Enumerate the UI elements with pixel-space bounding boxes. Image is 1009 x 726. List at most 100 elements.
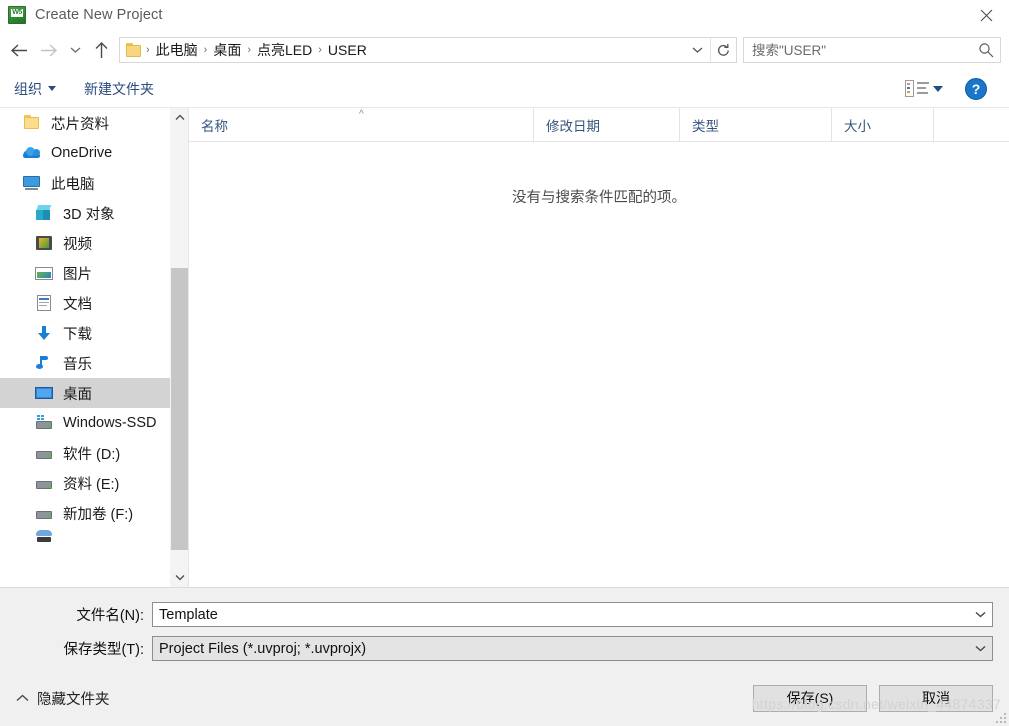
- breadcrumb-item-0[interactable]: 此电脑: [151, 38, 203, 62]
- search-icon[interactable]: [972, 42, 1000, 58]
- sidebar-item-3d-objects[interactable]: 3D 对象: [0, 198, 170, 228]
- file-list-body[interactable]: 没有与搜索条件匹配的项。: [189, 142, 1009, 587]
- sidebar-item-desktop[interactable]: 桌面: [0, 378, 170, 408]
- sidebar-item-label: 音乐: [63, 356, 92, 373]
- sidebar-item-label: 桌面: [63, 386, 92, 403]
- column-header-filler: [934, 108, 1009, 142]
- column-header-date-modified[interactable]: 修改日期: [534, 107, 680, 142]
- network-icon: [34, 528, 54, 544]
- 3d-objects-cube-icon: [34, 204, 54, 222]
- filetype-label: 保存类型(T):: [63, 642, 144, 658]
- dialog-footer: 隐藏文件夹 保存(S) 取消 https://blog.csdn.net/wei…: [0, 670, 1009, 726]
- help-icon[interactable]: ?: [965, 77, 987, 100]
- breadcrumb-item-2[interactable]: 点亮LED: [252, 38, 317, 62]
- sidebar-item-drive-e[interactable]: 资料 (E:): [0, 468, 170, 498]
- drive-icon: [34, 444, 54, 462]
- organize-button[interactable]: 组织: [14, 79, 56, 99]
- sidebar-item-this-pc[interactable]: 此电脑: [0, 168, 170, 198]
- list-view-icon[interactable]: [905, 79, 929, 98]
- sidebar-item-chip-materials[interactable]: 芯片资料: [0, 108, 170, 138]
- sidebar-item-music[interactable]: 音乐: [0, 348, 170, 378]
- search-input[interactable]: [744, 42, 972, 58]
- create-new-project-dialog: Create New Project: [0, 0, 1009, 726]
- uvision-app-icon: [8, 6, 26, 24]
- chevron-up-icon: [16, 694, 29, 701]
- filename-input[interactable]: [153, 606, 968, 623]
- videos-film-icon: [34, 234, 54, 252]
- empty-state-message: 没有与搜索条件匹配的项。: [512, 190, 686, 206]
- breadcrumb: › 此电脑 › 桌面 › 点亮LED › USER: [120, 38, 684, 62]
- sidebar-item-downloads[interactable]: 下载: [0, 318, 170, 348]
- sidebar-item-label: 文档: [63, 296, 92, 313]
- scroll-down-icon[interactable]: [170, 568, 189, 587]
- sidebar-list: 芯片资料 OneDrive 此电脑 3D 对象 视频 图片 文档 下载 音乐 桌…: [0, 108, 170, 587]
- sidebar-item-label: 芯片资料: [51, 116, 109, 133]
- sidebar-item-videos[interactable]: 视频: [0, 228, 170, 258]
- filename-label: 文件名(N):: [76, 608, 144, 624]
- breadcrumb-item-3[interactable]: USER: [323, 40, 372, 60]
- breadcrumb-item-1[interactable]: 桌面: [208, 38, 246, 62]
- sidebar-item-label: 下载: [63, 326, 92, 343]
- column-header-name[interactable]: 名称 ^: [189, 107, 534, 142]
- command-bar: 组织 新建文件夹 ?: [0, 70, 1009, 108]
- filename-chevron-down-icon[interactable]: [968, 603, 992, 626]
- this-pc-monitor-icon: [22, 174, 42, 192]
- sidebar-scroll-thumb[interactable]: [171, 268, 188, 550]
- sidebar-item-label: 视频: [63, 236, 92, 253]
- music-note-icon: [34, 354, 54, 372]
- title-bar: Create New Project: [0, 0, 1009, 30]
- view-options-chevron-down-icon[interactable]: [933, 85, 943, 92]
- forward-icon: [34, 35, 64, 65]
- pictures-icon: [34, 264, 54, 282]
- filetype-combobox[interactable]: Project Files (*.uvproj; *.uvprojx): [152, 636, 993, 661]
- navigation-sidebar: 芯片资料 OneDrive 此电脑 3D 对象 视频 图片 文档 下载 音乐 桌…: [0, 108, 189, 587]
- sidebar-item-label: 资料 (E:): [63, 476, 120, 493]
- address-chevron-down-icon[interactable]: [684, 38, 710, 62]
- resize-grip[interactable]: [994, 711, 1006, 723]
- filetype-chevron-down-icon[interactable]: [968, 637, 992, 660]
- sidebar-item-drive-d[interactable]: 软件 (D:): [0, 438, 170, 468]
- documents-icon: [34, 294, 54, 312]
- address-input-box[interactable]: › 此电脑 › 桌面 › 点亮LED › USER: [119, 37, 737, 63]
- sidebar-item-onedrive[interactable]: OneDrive: [0, 138, 170, 168]
- onedrive-cloud-icon: [22, 144, 42, 162]
- sidebar-item-partial[interactable]: [0, 528, 170, 544]
- save-button[interactable]: 保存(S): [753, 684, 867, 712]
- column-header-row: 名称 ^ 修改日期 类型 大小: [189, 107, 1009, 142]
- organize-label: 组织: [14, 80, 42, 97]
- filename-combobox[interactable]: [152, 602, 993, 627]
- sidebar-item-label: OneDrive: [51, 145, 113, 161]
- sidebar-item-pictures[interactable]: 图片: [0, 258, 170, 288]
- recent-locations-chevron-down-icon[interactable]: [64, 35, 86, 65]
- new-folder-button[interactable]: 新建文件夹: [84, 79, 154, 99]
- chevron-down-icon: [48, 86, 56, 91]
- column-header-label: 类型: [692, 118, 719, 134]
- dialog-body: 芯片资料 OneDrive 此电脑 3D 对象 视频 图片 文档 下载 音乐 桌…: [0, 107, 1009, 587]
- drive-icon: [34, 504, 54, 522]
- hide-folders-toggle[interactable]: 隐藏文件夹: [16, 688, 110, 709]
- sidebar-item-windows-ssd[interactable]: Windows-SSD: [0, 408, 170, 438]
- desktop-icon: [34, 384, 54, 402]
- search-box[interactable]: [743, 37, 1001, 63]
- address-bar: › 此电脑 › 桌面 › 点亮LED › USER: [0, 30, 1009, 70]
- close-icon[interactable]: [963, 0, 1009, 30]
- windows-drive-icon: [34, 414, 54, 432]
- sidebar-item-documents[interactable]: 文档: [0, 288, 170, 318]
- up-level-icon[interactable]: [86, 35, 116, 65]
- filetype-row: 保存类型(T): Project Files (*.uvproj; *.uvpr…: [16, 636, 993, 661]
- column-header-label: 大小: [844, 118, 871, 134]
- column-header-type[interactable]: 类型: [680, 107, 832, 142]
- filetype-value: Project Files (*.uvproj; *.uvprojx): [159, 640, 367, 657]
- filename-row: 文件名(N):: [16, 602, 993, 627]
- new-folder-label: 新建文件夹: [84, 80, 154, 97]
- cancel-button[interactable]: 取消: [879, 684, 993, 712]
- file-form-area: 文件名(N): 保存类型(T): Project Files (*.uvproj…: [0, 587, 1009, 670]
- refresh-icon[interactable]: [710, 38, 736, 62]
- sidebar-scrollbar[interactable]: [170, 108, 189, 587]
- window-title: Create New Project: [35, 7, 163, 23]
- column-header-size[interactable]: 大小: [832, 107, 934, 142]
- sidebar-item-drive-f[interactable]: 新加卷 (F:): [0, 498, 170, 528]
- scroll-up-icon[interactable]: [170, 108, 189, 127]
- sidebar-item-label: 此电脑: [51, 176, 95, 193]
- back-icon[interactable]: [4, 35, 34, 65]
